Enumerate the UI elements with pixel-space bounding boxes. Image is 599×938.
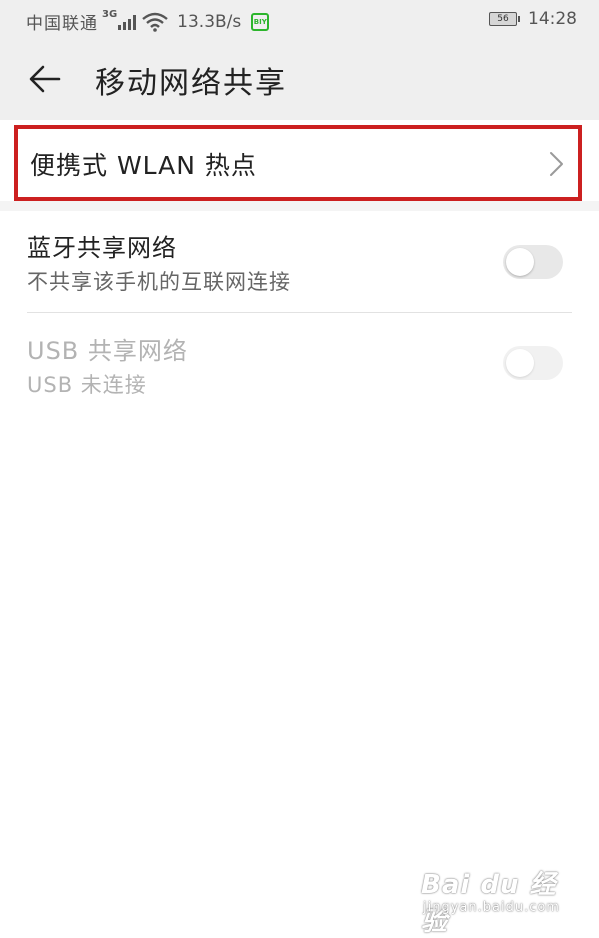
wlan-hotspot-label: 便携式 WLAN 热点	[30, 151, 257, 180]
battery-icon: 56	[489, 12, 520, 26]
bluetooth-tethering-subtitle: 不共享该手机的互联网连接	[27, 270, 291, 294]
page-title: 移动网络共享	[95, 66, 287, 101]
status-right: 56 14:28	[489, 9, 577, 29]
wlan-hotspot-item[interactable]: 便携式 WLAN 热点	[14, 125, 582, 201]
status-left: 中国联通 3G 13.3B/s BIY	[26, 9, 270, 34]
carrier-name: 中国联通	[26, 14, 98, 34]
toggle-knob	[506, 248, 534, 276]
usb-tethering-toggle	[503, 346, 563, 380]
wifi-icon	[142, 12, 168, 32]
clock: 14:28	[528, 9, 577, 29]
battery-level: 56	[497, 14, 509, 24]
watermark-url: jingyan.baidu.com	[423, 900, 560, 915]
toggle-knob	[506, 349, 534, 377]
bluetooth-tethering-item[interactable]: 蓝牙共享网络 不共享该手机的互联网连接	[0, 222, 599, 312]
baidu-jingyan-watermark: Bai du 经验 jingyan.baidu.com	[421, 864, 571, 937]
chevron-right-icon	[550, 152, 563, 176]
divider	[27, 312, 572, 313]
bluetooth-tethering-title: 蓝牙共享网络	[27, 234, 177, 262]
bluetooth-tethering-toggle[interactable]	[503, 245, 563, 279]
app-bar: 移动网络共享	[0, 40, 599, 120]
status-bar: 中国联通 3G 13.3B/s BIY 56 14:28	[0, 0, 599, 40]
usb-tethering-subtitle: USB 未连接	[27, 373, 147, 397]
signal-icon	[118, 14, 138, 30]
back-arrow-icon[interactable]	[28, 62, 62, 96]
network-type: 3G	[102, 9, 118, 20]
network-speed: 13.3B/s	[177, 11, 242, 32]
usb-tethering-title: USB 共享网络	[27, 337, 188, 365]
section-divider	[0, 201, 599, 211]
app-notification-icon: BIY	[251, 12, 270, 31]
usb-tethering-item: USB 共享网络 USB 未连接	[0, 325, 599, 405]
